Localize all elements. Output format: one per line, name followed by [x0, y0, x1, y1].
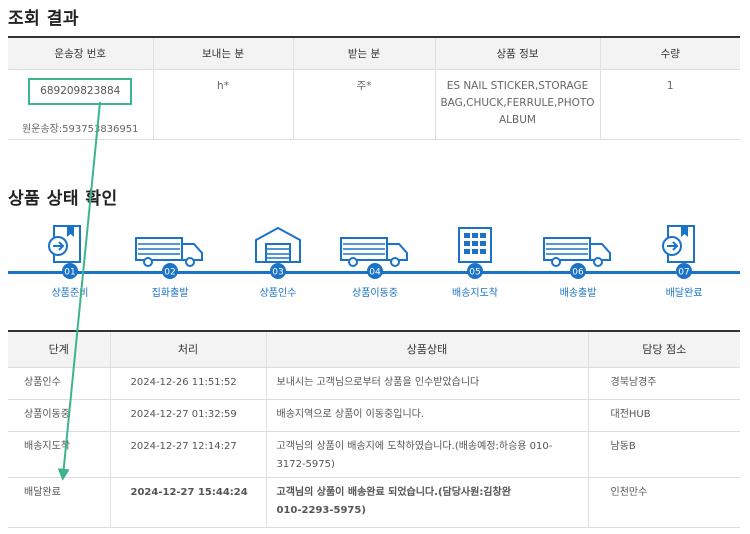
receiver-cell: 주*: [293, 69, 436, 140]
office-cell: 남동B: [588, 431, 740, 478]
time-cell: 2024-12-27 01:32:59: [110, 399, 267, 432]
sender-cell: h*: [153, 69, 294, 140]
product-line: BAG,CHUCK,FERRULE,PHOTO: [440, 96, 595, 109]
header-office: 담당 점소: [588, 331, 740, 368]
time-cell: 2024-12-26 11:51:52: [110, 367, 267, 400]
step-label: 배송지도착: [452, 288, 498, 299]
step-label: 상품준비: [51, 288, 89, 299]
step-number: 02: [164, 268, 175, 278]
time-cell: 2024-12-27 12:14:27: [110, 431, 267, 478]
truck-icon: 06: [543, 237, 611, 279]
step-number: 01: [64, 268, 75, 278]
status-line: 고객님의 상품이 배송지에 도착하였습니다.(배송예정:하승용 010-: [276, 440, 553, 452]
box-arrow-icon: 01: [48, 225, 81, 279]
header-product-info: 상품 정보: [435, 37, 601, 70]
step-3: 03 상품인수: [238, 222, 318, 299]
header-status: 상품상태: [266, 331, 589, 368]
status-line: 3172-5975): [276, 458, 335, 470]
step-label: 배송출발: [559, 288, 597, 299]
product-line: ES NAIL STICKER,STORAGE: [446, 79, 589, 92]
step-label: 상품인수: [259, 288, 297, 299]
step-number: 03: [272, 268, 283, 278]
progress-steps: 01 상품준비 02 집화출발 03 상품인수 04 상품이동중 05 배송지도…: [8, 222, 740, 302]
status-cell: 고객님의 상품이 배송완료 되었습니다.(담당사원:김창완 010-2293-5…: [266, 477, 589, 528]
warehouse-icon: 03: [255, 226, 301, 279]
step-number: 04: [369, 268, 381, 278]
header-quantity: 수량: [600, 37, 740, 70]
status-line: 고객님의 상품이 배송완료 되었습니다.(담당사원:김창완: [276, 486, 511, 498]
office-cell: 인천만수: [588, 477, 740, 528]
header-stage: 단계: [8, 331, 111, 368]
table-row: 배달완료 2024-12-27 15:44:24 고객님의 상품이 배송완료 되…: [8, 477, 740, 528]
status-cell: 보내시는 고객님으로부터 상품을 인수받았습니다: [266, 367, 589, 400]
step-number: 06: [572, 268, 584, 278]
detail-table: 단계 처리 상품상태 담당 점소 상품인수 2024-12-26 11:51:5…: [8, 330, 740, 528]
stage-cell: 배달완료: [8, 477, 111, 528]
tracking-cell: 689209823884 원운송장:593753836951: [8, 69, 154, 140]
step-label: 상품이동중: [352, 288, 398, 299]
tracking-number-highlight[interactable]: 689209823884: [28, 77, 133, 105]
header-sender: 보내는 분: [153, 37, 294, 70]
product-info-cell: ES NAIL STICKER,STORAGE BAG,CHUCK,FERRUL…: [435, 69, 601, 140]
step-6: 06 배송출발: [538, 222, 618, 299]
step-number: 05: [469, 268, 480, 278]
step-number: 07: [678, 268, 689, 278]
step-1: 01 상품준비: [30, 222, 110, 299]
original-tracking-number: 원운송장:593753836951: [21, 123, 139, 135]
header-receiver: 받는 분: [293, 37, 436, 70]
step-2: 02 집화출발: [130, 222, 210, 299]
office-cell: 경북남경주: [588, 367, 740, 400]
stage-cell: 상품인수: [8, 367, 111, 400]
result-table: 운송장 번호 보내는 분 받는 분 상품 정보 수량 689209823884 …: [8, 36, 740, 140]
step-7: 07 배달완료: [644, 222, 724, 299]
header-processed: 처리: [110, 331, 267, 368]
result-title: 조회 결과: [8, 9, 79, 29]
building-icon: 05: [458, 227, 492, 279]
step-4: 04 상품이동중: [335, 222, 415, 299]
status-cell: 고객님의 상품이 배송지에 도착하였습니다.(배송예정:하승용 010- 317…: [266, 431, 589, 478]
step-label: 집화출발: [151, 288, 189, 299]
stage-cell: 상품이동중: [8, 399, 111, 432]
truck-icon: 04: [340, 237, 408, 279]
header-tracking-no: 운송장 번호: [8, 37, 154, 70]
step-5: 05 배송지도착: [435, 222, 515, 299]
office-cell: 대전HUB: [588, 399, 740, 432]
status-cell: 배송지역으로 상품이 이동중입니다.: [266, 399, 589, 432]
table-row: 상품인수 2024-12-26 11:51:52 보내시는 고객님으로부터 상품…: [8, 367, 740, 400]
stage-cell: 배송지도착: [8, 431, 111, 478]
step-label: 배달완료: [665, 288, 703, 299]
time-cell: 2024-12-27 15:44:24: [110, 477, 267, 528]
box-arrow-icon: 07: [662, 225, 695, 279]
quantity-cell: 1: [600, 69, 740, 140]
status-title: 상품 상태 확인: [8, 189, 118, 209]
table-row: 상품이동중 2024-12-27 01:32:59 배송지역으로 상품이 이동중…: [8, 399, 740, 432]
product-line: ALBUM: [499, 113, 536, 126]
status-line: 010-2293-5975): [276, 504, 366, 516]
result-row: 689209823884 원운송장:593753836951 h* 주* ES …: [8, 69, 740, 140]
truck-icon: 02: [135, 237, 203, 279]
table-row: 배송지도착 2024-12-27 12:14:27 고객님의 상품이 배송지에 …: [8, 431, 740, 478]
